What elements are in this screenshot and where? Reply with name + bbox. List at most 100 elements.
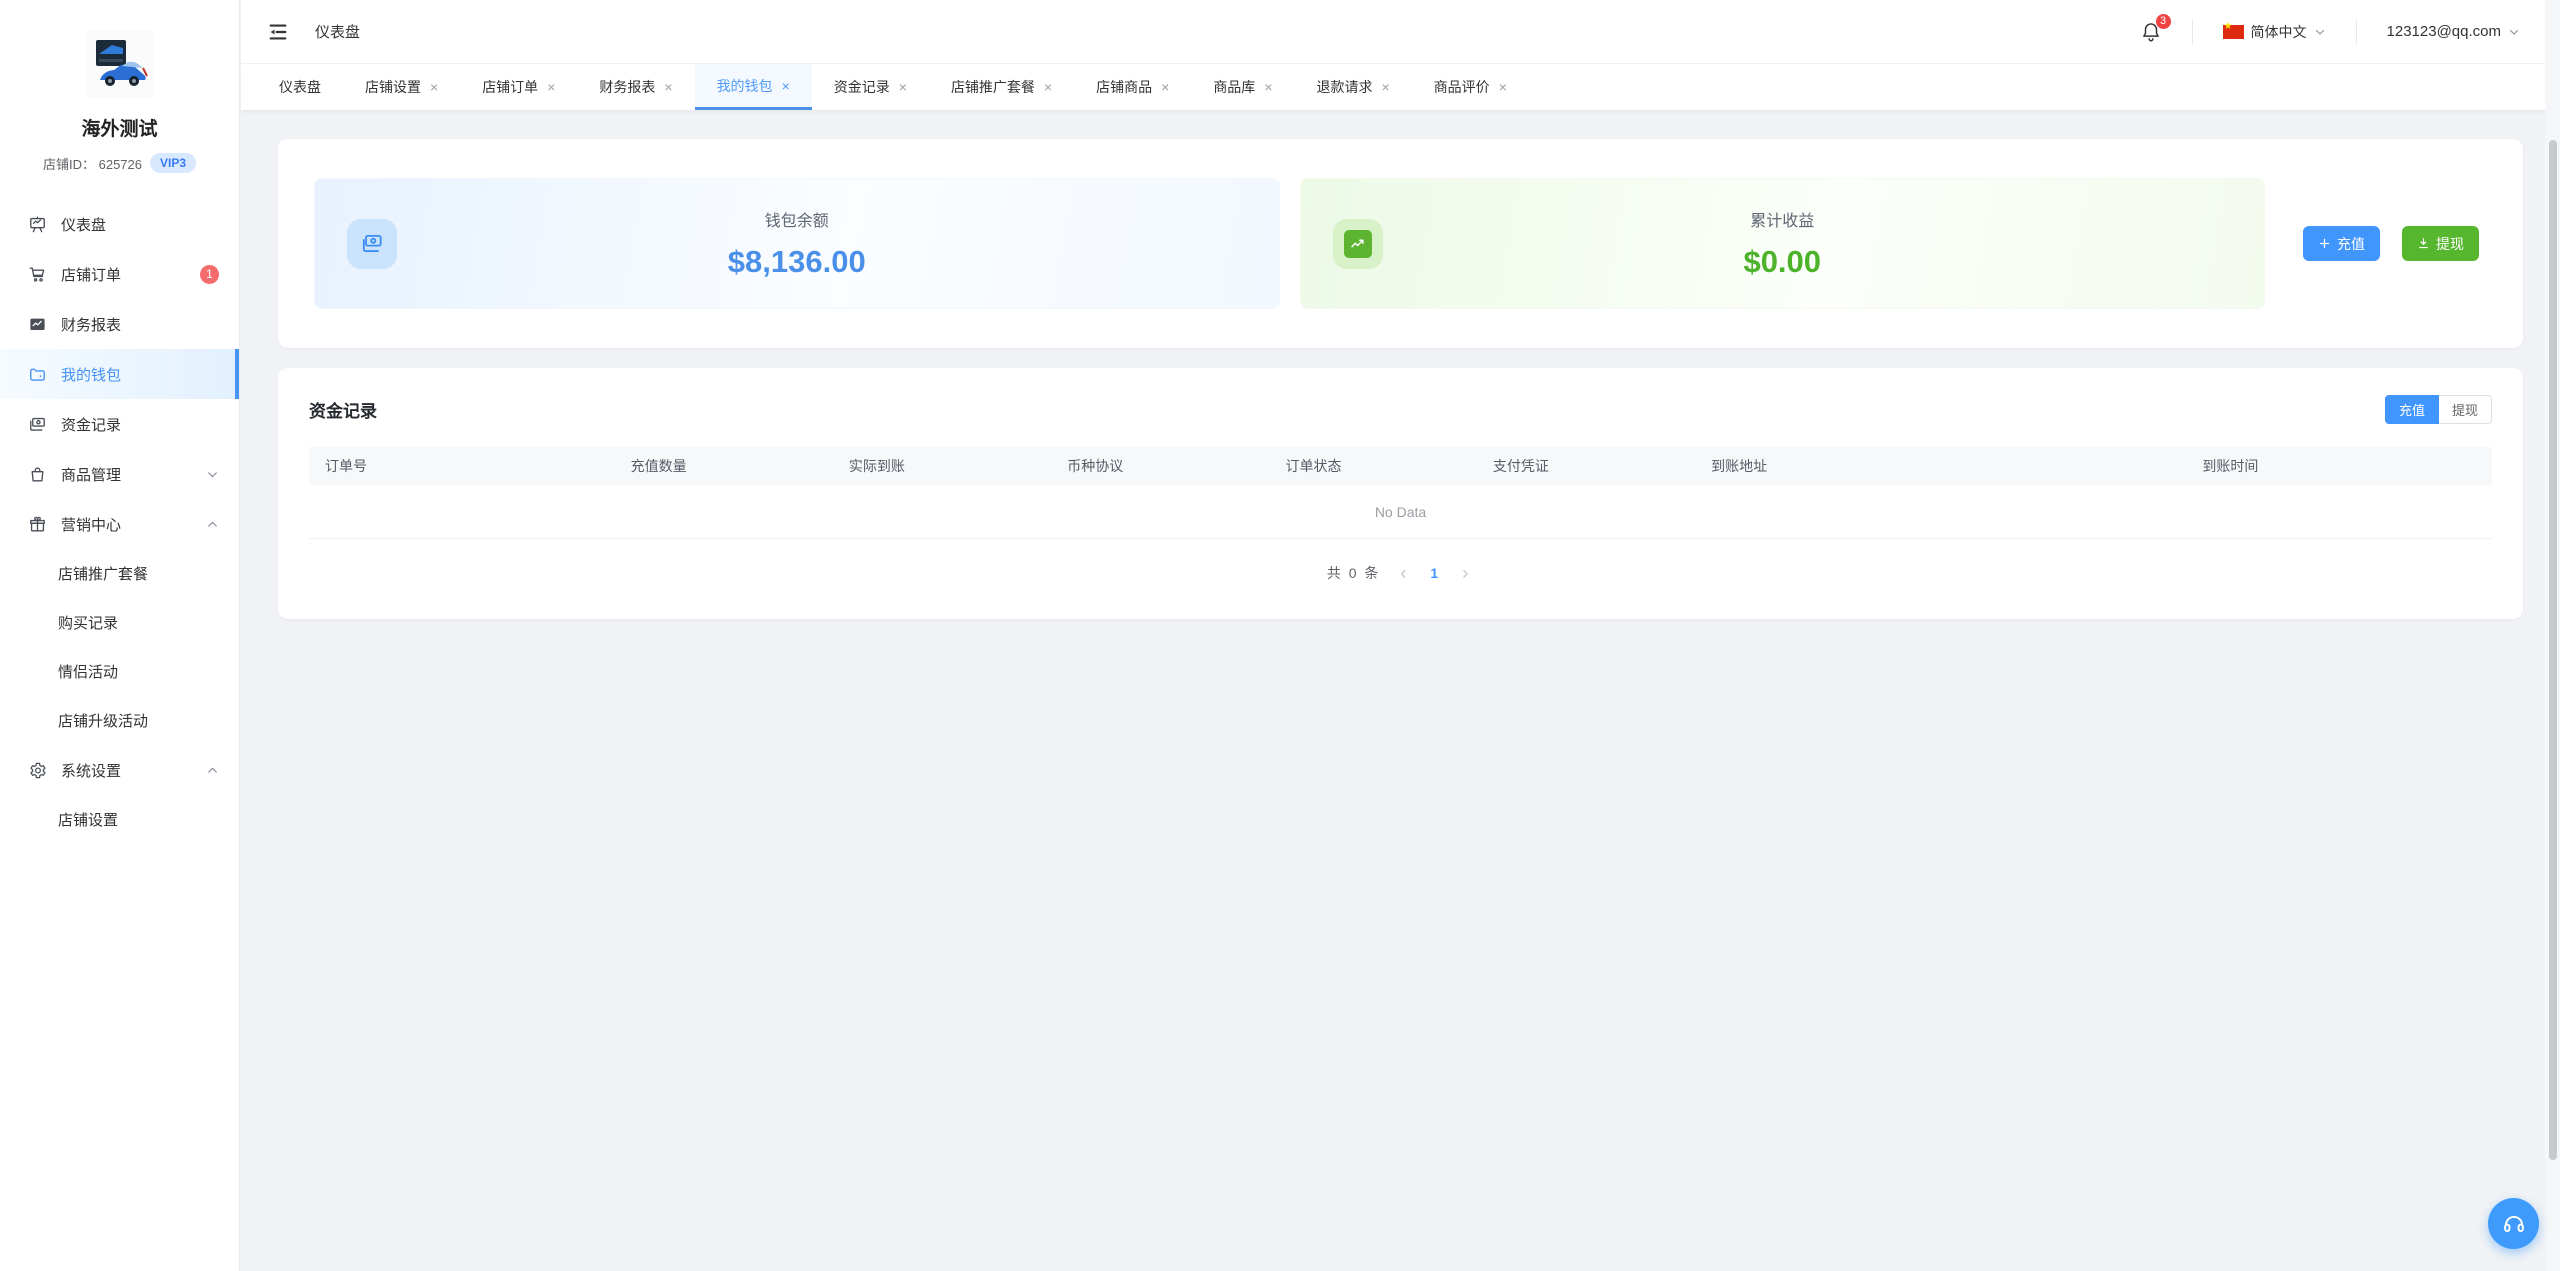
finance-report-icon (28, 315, 47, 334)
balance-label: 钱包余额 (315, 207, 1279, 231)
withdraw-label: 提现 (2436, 234, 2464, 254)
close-icon[interactable] (1499, 80, 1507, 94)
tab-shop-products[interactable]: 店铺商品 (1074, 64, 1191, 110)
notification-bell[interactable]: 3 (2140, 21, 2162, 43)
withdraw-arrow-icon (2417, 237, 2430, 250)
sidebar-item-label: 资金记录 (61, 414, 219, 435)
chevron-down-icon (206, 468, 219, 481)
tab-label: 仪表盘 (279, 77, 321, 97)
sidebar-item-label: 仪表盘 (61, 214, 219, 235)
wallet-balance-panel: 钱包余额 $8,136.00 (314, 178, 1280, 309)
close-icon[interactable] (899, 80, 907, 94)
sidebar-item-system-settings[interactable]: 系统设置 (0, 745, 239, 795)
wallet-summary-card: 钱包余额 $8,136.00 累计收益 $0.00 (278, 139, 2523, 348)
sidebar-subitem-shop-settings[interactable]: 店铺设置 (0, 795, 239, 844)
table-header-row: 订单号 充值数量 实际到账 币种协议 订单状态 支付凭证 到账地址 到账时间 (309, 447, 2492, 485)
records-table: 订单号 充值数量 实际到账 币种协议 订单状态 支付凭证 到账地址 到账时间 (309, 447, 2492, 485)
page-content: 钱包余额 $8,136.00 累计收益 $0.00 (241, 110, 2560, 1271)
scrollbar-thumb[interactable] (2549, 140, 2557, 1160)
cart-icon (28, 265, 47, 284)
empty-state: No Data (309, 485, 2492, 539)
total-count: 共 0 条 (1327, 563, 1381, 583)
sidebar-item-product-management[interactable]: 商品管理 (0, 449, 239, 499)
tab-label: 退款请求 (1317, 77, 1373, 97)
wallet-icon (28, 365, 47, 384)
withdraw-button[interactable]: 提现 (2402, 226, 2479, 261)
sidebar-item-fund-records[interactable]: 资金记录 (0, 399, 239, 449)
sidebar-menu: 仪表盘 店铺订单 1 财务报表 我的钱包 资金记录 (0, 199, 239, 844)
close-icon[interactable] (547, 80, 555, 94)
tab-product-reviews[interactable]: 商品评价 (1412, 64, 1529, 110)
trend-up-icon (1333, 219, 1383, 269)
tab-refund-requests[interactable]: 退款请求 (1295, 64, 1412, 110)
sidebar-item-dashboard[interactable]: 仪表盘 (0, 199, 239, 249)
filter-withdraw-button[interactable]: 提现 (2439, 395, 2492, 424)
tab-product-library[interactable]: 商品库 (1191, 64, 1294, 110)
sidebar-item-shop-orders[interactable]: 店铺订单 1 (0, 249, 239, 299)
user-email: 123123@qq.com (2387, 23, 2501, 40)
user-menu[interactable]: 123123@qq.com (2387, 23, 2520, 40)
language-selector[interactable]: 简体中文 (2223, 22, 2326, 42)
recharge-button[interactable]: 充值 (2303, 226, 2380, 261)
page-number[interactable]: 1 (1426, 565, 1442, 581)
prev-page-button[interactable] (1394, 564, 1412, 582)
sidebar-item-finance-reports[interactable]: 财务报表 (0, 299, 239, 349)
column-header: 支付凭证 (1477, 447, 1695, 485)
chevron-down-icon (2508, 26, 2520, 38)
records-filter-toggle: 充值 提现 (2385, 395, 2492, 424)
tab-finance-reports[interactable]: 财务报表 (577, 64, 694, 110)
shop-id-label: 店铺ID： 625726 (43, 154, 142, 173)
tab-shop-orders[interactable]: 店铺订单 (460, 64, 577, 110)
menu-fold-icon[interactable] (267, 21, 289, 43)
sidebar-subitem-shop-upgrade-activity[interactable]: 店铺升级活动 (0, 696, 239, 745)
tab-shop-settings[interactable]: 店铺设置 (343, 64, 460, 110)
scrollbar[interactable] (2545, 0, 2560, 1271)
sidebar: 海外测试 店铺ID： 625726 VIP3 仪表盘 店铺订单 1 财务报表 (0, 0, 240, 1271)
filter-recharge-button[interactable]: 充值 (2385, 395, 2439, 424)
plus-icon (2318, 237, 2331, 250)
sidebar-item-label: 店铺订单 (61, 264, 200, 285)
fund-records-icon (28, 415, 47, 434)
tab-my-wallet[interactable]: 我的钱包 (695, 64, 812, 110)
sidebar-subitem-promo-packages[interactable]: 店铺推广套餐 (0, 549, 239, 598)
column-header: 币种协议 (1051, 447, 1269, 485)
shop-id-value: 625726 (99, 157, 142, 172)
sidebar-subitem-couple-activity[interactable]: 情侣活动 (0, 647, 239, 696)
tab-label: 商品库 (1213, 77, 1255, 97)
column-header: 订单状态 (1270, 447, 1477, 485)
close-icon[interactable] (782, 79, 790, 93)
sidebar-item-label: 系统设置 (61, 760, 206, 781)
order-count-badge: 1 (200, 265, 219, 284)
column-header: 实际到账 (833, 447, 1051, 485)
next-page-button[interactable] (1456, 564, 1474, 582)
column-header: 到账地址 (1695, 447, 2186, 485)
shop-name: 海外测试 (0, 114, 239, 141)
sidebar-item-label: 营销中心 (61, 514, 206, 535)
close-icon[interactable] (1161, 80, 1169, 94)
total-income-panel: 累计收益 $0.00 (1300, 178, 2266, 309)
sidebar-item-label: 财务报表 (61, 314, 219, 335)
tab-fund-records[interactable]: 资金记录 (812, 64, 929, 110)
sidebar-item-my-wallet[interactable]: 我的钱包 (0, 349, 239, 399)
wallet-money-icon (347, 219, 397, 269)
fund-records-card: 资金记录 充值 提现 订单号 充值数量 实际到账 币种协议 (278, 368, 2523, 619)
shop-avatar[interactable] (86, 30, 154, 98)
sidebar-item-marketing-center[interactable]: 营销中心 (0, 499, 239, 549)
sidebar-subitem-purchase-records[interactable]: 购买记录 (0, 598, 239, 647)
close-icon[interactable] (1264, 80, 1272, 94)
gift-icon (28, 515, 47, 534)
close-icon[interactable] (1044, 80, 1052, 94)
close-icon[interactable] (1382, 80, 1390, 94)
customer-service-button[interactable] (2488, 1198, 2539, 1249)
tab-label: 我的钱包 (717, 76, 773, 96)
pagination: 共 0 条 1 (309, 563, 2492, 583)
close-icon[interactable] (430, 80, 438, 94)
close-icon[interactable] (664, 80, 672, 94)
tab-label: 资金记录 (834, 77, 890, 97)
divider (2356, 20, 2357, 44)
tab-promo-packages[interactable]: 店铺推广套餐 (929, 64, 1074, 110)
tab-label: 店铺商品 (1096, 77, 1152, 97)
balance-value: $8,136.00 (315, 244, 1279, 280)
tab-dashboard[interactable]: 仪表盘 (257, 64, 343, 110)
income-label: 累计收益 (1301, 207, 2265, 231)
